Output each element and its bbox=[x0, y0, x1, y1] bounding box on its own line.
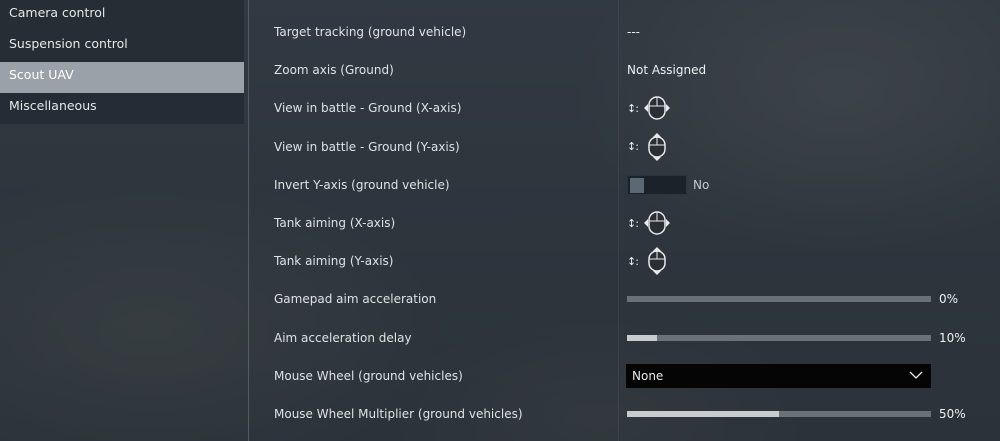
setting-row-view-y[interactable]: View in battle - Ground (Y-axis) ↕: bbox=[249, 128, 1000, 166]
setting-row-aim-acceleration[interactable]: Gamepad aim acceleration 0% bbox=[249, 280, 1000, 318]
setting-label: Tank aiming (Y-axis) bbox=[274, 254, 394, 269]
setting-row-tank-aim-x[interactable]: Tank aiming (X-axis) ↕: bbox=[249, 204, 1000, 242]
mouse-horizontal-axis-icon bbox=[642, 93, 672, 123]
slider-value: 0% bbox=[939, 292, 959, 307]
binding-value[interactable]: ↕: bbox=[627, 246, 672, 276]
setting-label: View in battle - Ground (Y-axis) bbox=[274, 139, 460, 154]
aim-acceleration-slider[interactable] bbox=[627, 296, 931, 303]
setting-label: Invert Y-axis (ground vehicle) bbox=[274, 177, 450, 192]
setting-row-wheel-multiplier[interactable]: Mouse Wheel Multiplier (ground vehicles)… bbox=[249, 395, 1000, 433]
slider-value: 50% bbox=[939, 406, 966, 421]
binding-value[interactable]: ↕: bbox=[627, 208, 672, 238]
setting-row-invert-y[interactable]: Invert Y-axis (ground vehicle) No bbox=[249, 166, 1000, 204]
dropdown-selected-value: None bbox=[632, 368, 664, 383]
mouse-vertical-axis-icon bbox=[642, 132, 672, 162]
invert-y-toggle[interactable] bbox=[627, 174, 687, 195]
setting-label: Target tracking (ground vehicle) bbox=[274, 25, 467, 40]
category-sidebar: Camera control Suspension control Scout … bbox=[0, 0, 244, 441]
binding-value[interactable]: ↕: bbox=[627, 132, 672, 162]
setting-row-target-tracking[interactable]: Target tracking (ground vehicle) --- bbox=[249, 13, 1000, 51]
binding-value[interactable]: Not Assigned bbox=[627, 63, 706, 77]
setting-row-mouse-wheel[interactable]: Mouse Wheel (ground vehicles) None bbox=[249, 357, 1000, 395]
setting-label: View in battle - Ground (X-axis) bbox=[274, 101, 462, 116]
axis-prefix: ↕: bbox=[627, 140, 639, 154]
axis-prefix: ↕: bbox=[627, 101, 639, 115]
mouse-vertical-axis-icon bbox=[642, 246, 672, 276]
sidebar-item-camera-control[interactable]: Camera control bbox=[0, 0, 244, 31]
wheel-multiplier-slider[interactable] bbox=[627, 410, 931, 417]
axis-prefix: ↕: bbox=[627, 254, 639, 268]
binding-value[interactable]: ↕: bbox=[627, 93, 672, 123]
setting-row-aim-delay[interactable]: Aim acceleration delay 10% bbox=[249, 319, 1000, 357]
settings-list: Target tracking (ground vehicle) --- Zoo… bbox=[249, 13, 1000, 433]
axis-prefix: ↕: bbox=[627, 216, 639, 230]
aim-delay-slider[interactable] bbox=[627, 334, 931, 341]
slider-fill bbox=[627, 334, 658, 341]
slider-value: 10% bbox=[939, 330, 966, 345]
setting-row-zoom-axis[interactable]: Zoom axis (Ground) Not Assigned bbox=[249, 51, 1000, 89]
toggle-state-label: No bbox=[693, 177, 710, 192]
setting-label: Gamepad aim acceleration bbox=[274, 292, 437, 307]
chevron-down-icon bbox=[909, 369, 923, 379]
sidebar-item-scout-uav[interactable]: Scout UAV bbox=[0, 62, 244, 93]
toggle-knob bbox=[630, 177, 644, 193]
setting-label: Tank aiming (X-axis) bbox=[274, 216, 396, 231]
setting-row-tank-aim-y[interactable]: Tank aiming (Y-axis) ↕: bbox=[249, 242, 1000, 280]
sidebar-item-miscellaneous[interactable]: Miscellaneous bbox=[0, 93, 244, 124]
setting-label: Mouse Wheel (ground vehicles) bbox=[274, 368, 463, 383]
mouse-horizontal-axis-icon bbox=[642, 208, 672, 238]
setting-label: Aim acceleration delay bbox=[274, 330, 412, 345]
slider-fill bbox=[627, 410, 779, 417]
binding-value[interactable]: --- bbox=[627, 25, 640, 39]
sidebar-item-suspension-control[interactable]: Suspension control bbox=[0, 31, 244, 62]
mouse-wheel-dropdown[interactable]: None bbox=[626, 363, 931, 388]
setting-row-view-x[interactable]: View in battle - Ground (X-axis) ↕: bbox=[249, 89, 1000, 127]
invert-y-toggle-group: No bbox=[627, 174, 710, 195]
setting-label: Mouse Wheel Multiplier (ground vehicles) bbox=[274, 406, 523, 421]
setting-label: Zoom axis (Ground) bbox=[274, 63, 394, 78]
